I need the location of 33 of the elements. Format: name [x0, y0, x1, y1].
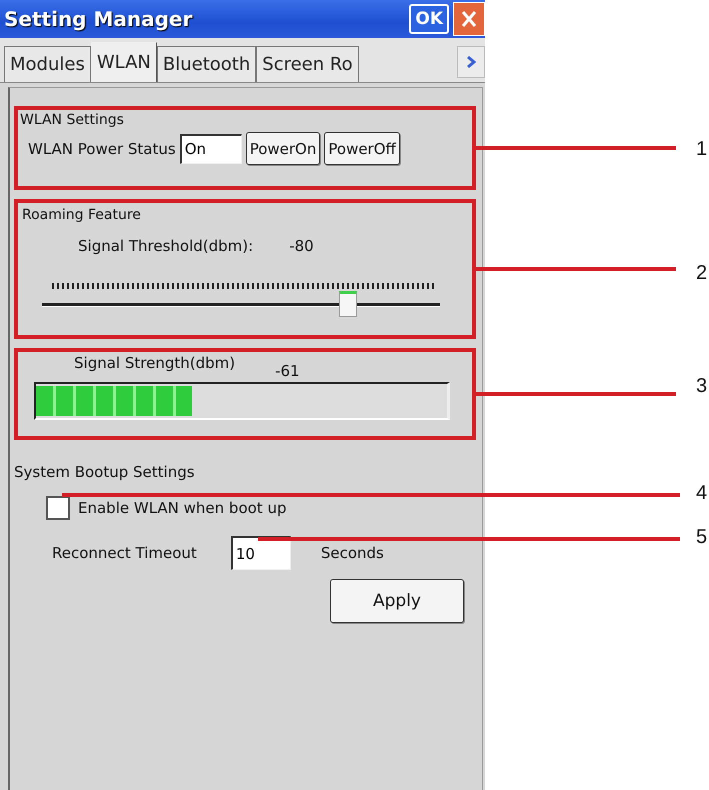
callout-number: 3 [696, 375, 708, 398]
power-status-label: WLAN Power Status [28, 140, 176, 158]
signal-label: Signal Strength(dbm) [74, 354, 236, 374]
group-title: System Bootup Settings [14, 463, 196, 481]
power-button[interactable]: PowerOff [324, 132, 400, 165]
timeout-label: Reconnect Timeout [52, 544, 197, 562]
scroll-tabs-button[interactable] [457, 46, 485, 78]
window-title: Setting Manager [4, 7, 194, 31]
tab[interactable]: Screen Ro [256, 46, 359, 82]
ok-button[interactable]: OK [409, 4, 449, 34]
checkbox-label: Enable WLAN when boot up [78, 499, 286, 517]
apply-button[interactable]: Apply [330, 579, 464, 623]
unit-label: Seconds [320, 544, 384, 562]
callout-number: 1 [696, 138, 708, 161]
power-status-field[interactable]: On [180, 134, 242, 164]
tab[interactable]: Modules [4, 46, 91, 82]
checkbox[interactable] [46, 496, 70, 520]
close-button[interactable] [453, 2, 485, 36]
group-title: Roaming Feature [22, 207, 142, 223]
chevron-right-icon [466, 55, 476, 69]
timeout-field[interactable]: 10 [230, 536, 291, 570]
tab[interactable]: WLAN [90, 42, 157, 82]
close-icon [461, 10, 477, 28]
threshold-label: Signal Threshold(dbm): [78, 237, 254, 255]
threshold-value: -80 [289, 237, 314, 255]
power-button[interactable]: PowerOn [246, 132, 320, 165]
group-title: WLAN Settings [20, 112, 125, 128]
signal-value: -61 [275, 362, 300, 380]
callout-number: 2 [696, 262, 708, 285]
callout-number: 4 [696, 482, 708, 505]
tab[interactable]: Bluetooth [156, 46, 256, 82]
callout-number: 5 [696, 526, 708, 549]
slider-thumb[interactable] [339, 291, 358, 317]
